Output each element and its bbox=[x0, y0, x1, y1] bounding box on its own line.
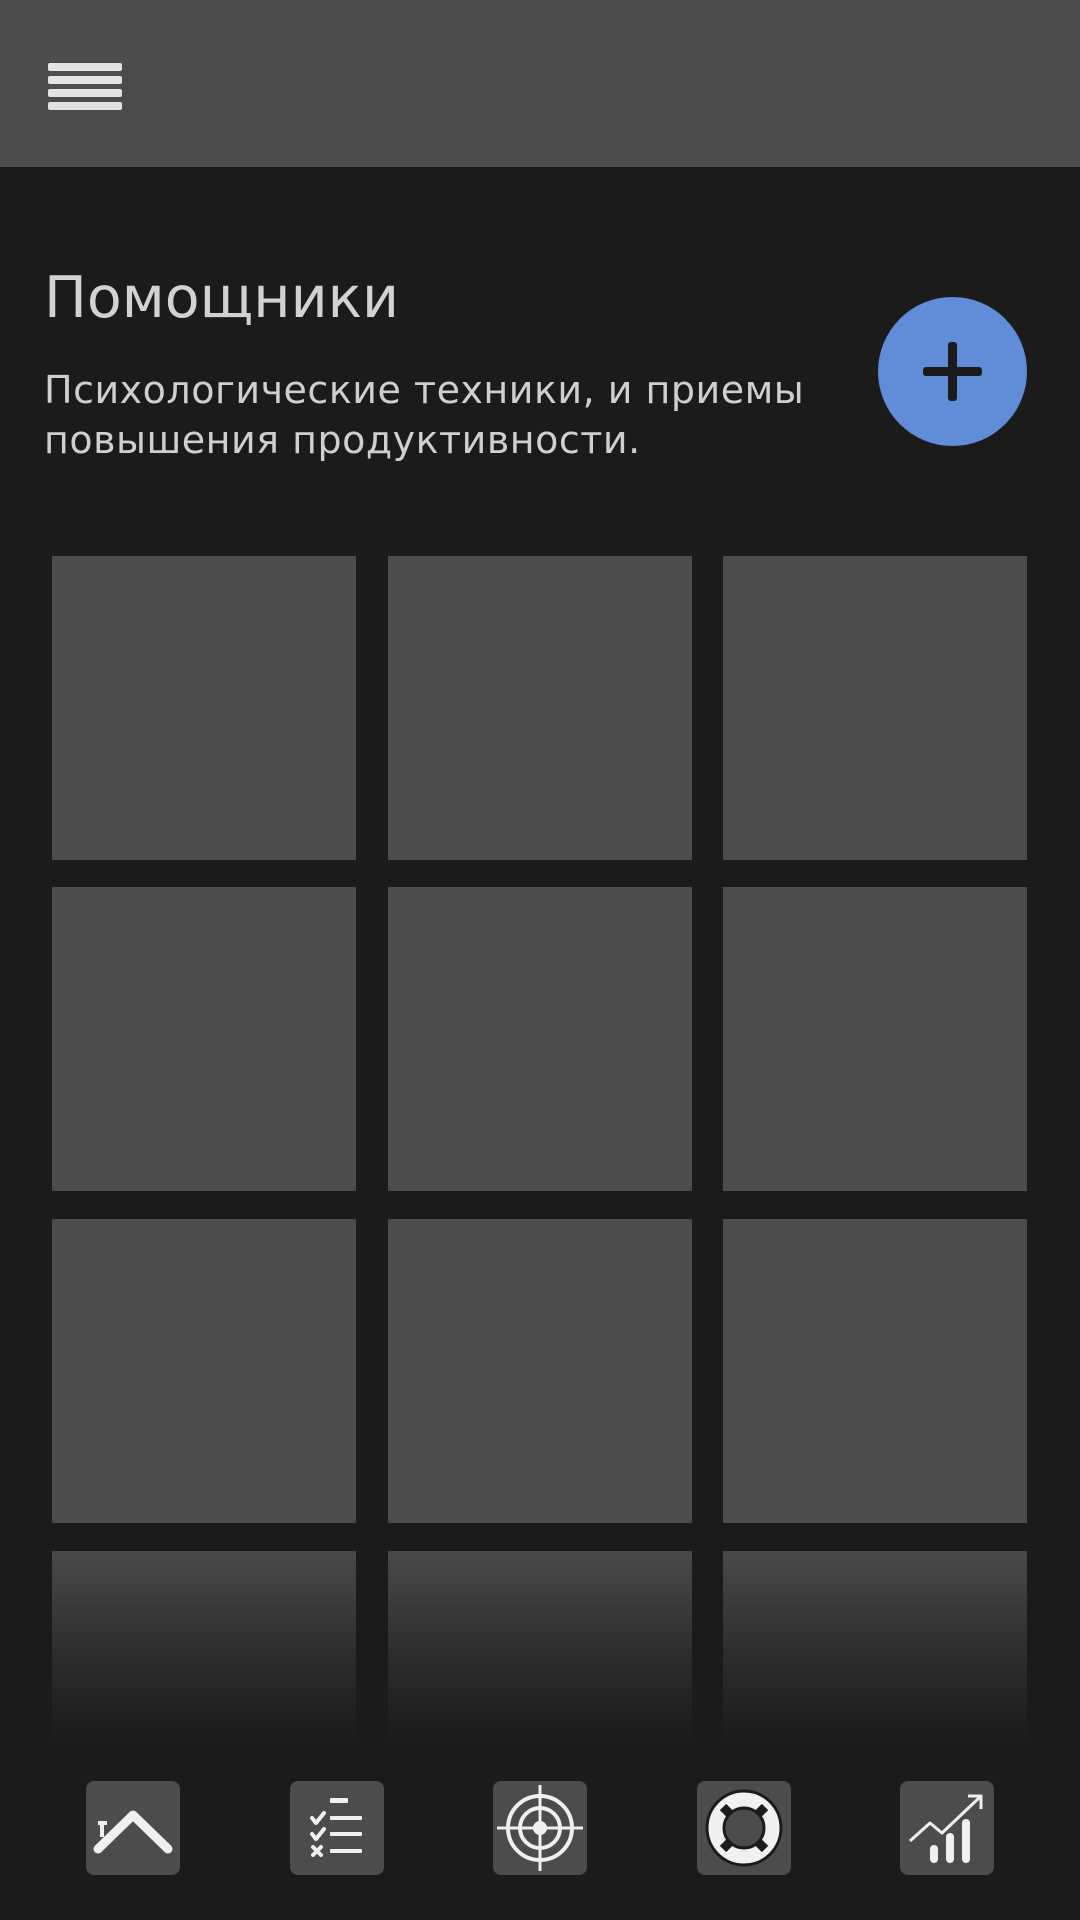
helper-tile[interactable] bbox=[723, 556, 1027, 860]
menu-line bbox=[48, 89, 122, 97]
menu-line bbox=[48, 76, 122, 84]
add-button[interactable] bbox=[878, 297, 1027, 446]
app-screen: Помощники Психологические техники, и при… bbox=[0, 0, 1080, 1920]
page-subtitle: Психологические техники, и приемы повыше… bbox=[44, 368, 805, 462]
hamburger-menu-icon[interactable] bbox=[34, 46, 136, 122]
helper-tile[interactable] bbox=[52, 887, 356, 1191]
home-icon bbox=[93, 1810, 173, 1854]
checklist-icon bbox=[310, 1798, 362, 1857]
plus-icon-vertical bbox=[948, 342, 957, 401]
nav-lifebuoy-button[interactable] bbox=[697, 1781, 791, 1875]
lifebuoy-icon bbox=[705, 1789, 783, 1867]
helper-tile[interactable] bbox=[723, 1219, 1027, 1523]
nav-checklist-button[interactable] bbox=[290, 1781, 384, 1875]
helper-tile[interactable] bbox=[388, 556, 692, 860]
nav-target-button[interactable] bbox=[493, 1781, 587, 1875]
nav-progress-button[interactable] bbox=[900, 1781, 994, 1875]
page-title: Помощники bbox=[44, 265, 400, 331]
helper-tile[interactable] bbox=[52, 1219, 356, 1523]
growth-chart-icon bbox=[908, 1794, 983, 1863]
top-app-bar bbox=[0, 0, 1080, 167]
helper-tile[interactable] bbox=[52, 556, 356, 860]
helper-tile[interactable] bbox=[388, 1219, 692, 1523]
nav-home-button[interactable] bbox=[86, 1781, 180, 1875]
bottom-navigation bbox=[0, 1740, 1080, 1920]
helper-tile[interactable] bbox=[388, 887, 692, 1191]
helper-tile[interactable] bbox=[723, 887, 1027, 1191]
menu-line bbox=[48, 102, 122, 110]
menu-line bbox=[48, 63, 122, 71]
target-icon bbox=[497, 1785, 583, 1871]
